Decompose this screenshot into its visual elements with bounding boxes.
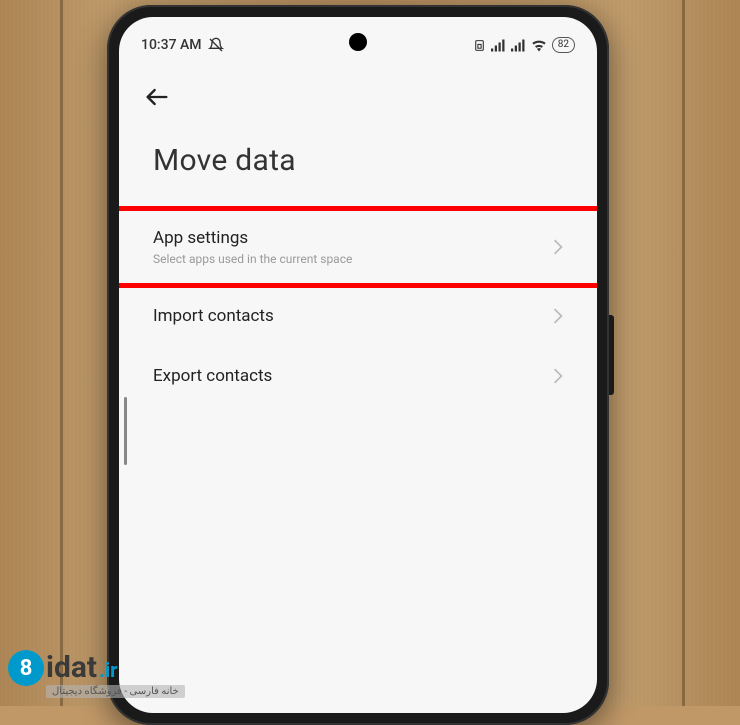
watermark-tagline: خانه فارسی - فروشگاه دیجیتال <box>46 685 185 698</box>
item-title: App settings <box>153 228 352 248</box>
watermark: 8 idat.ir خانه فارسی - فروشگاه دیجیتال <box>8 650 185 698</box>
watermark-brand: idat.ir <box>46 653 185 683</box>
page-title: Move data <box>119 121 597 208</box>
camera-notch <box>349 33 367 51</box>
list-item-app-settings[interactable]: App settings Select apps used in the cur… <box>119 208 597 286</box>
status-time: 10:37 AM <box>141 37 202 53</box>
dnd-icon <box>208 37 224 53</box>
chevron-right-icon <box>553 308 563 324</box>
background-wood-seam <box>682 0 685 706</box>
chevron-right-icon <box>553 239 563 255</box>
wifi-icon <box>531 39 547 52</box>
watermark-logo: 8 <box>8 650 44 686</box>
phone-side-button <box>609 315 614 395</box>
signal-icon <box>511 39 526 52</box>
sim-card-icon <box>473 39 486 52</box>
list-item-import-contacts[interactable]: Import contacts <box>119 286 597 346</box>
phone-frame: 10:37 AM <box>107 5 609 725</box>
back-arrow-icon[interactable] <box>143 83 171 111</box>
background-wood-seam <box>60 0 63 706</box>
scroll-indicator <box>124 397 127 465</box>
item-subtitle: Select apps used in the current space <box>153 252 352 266</box>
item-title: Export contacts <box>153 366 272 386</box>
phone-screen: 10:37 AM <box>119 17 597 713</box>
list-item-export-contacts[interactable]: Export contacts <box>119 346 597 406</box>
settings-list: App settings Select apps used in the cur… <box>119 208 597 406</box>
signal-icon <box>491 39 506 52</box>
toolbar <box>119 65 597 121</box>
battery-indicator: 82 <box>552 37 575 53</box>
item-title: Import contacts <box>153 306 274 326</box>
chevron-right-icon <box>553 368 563 384</box>
